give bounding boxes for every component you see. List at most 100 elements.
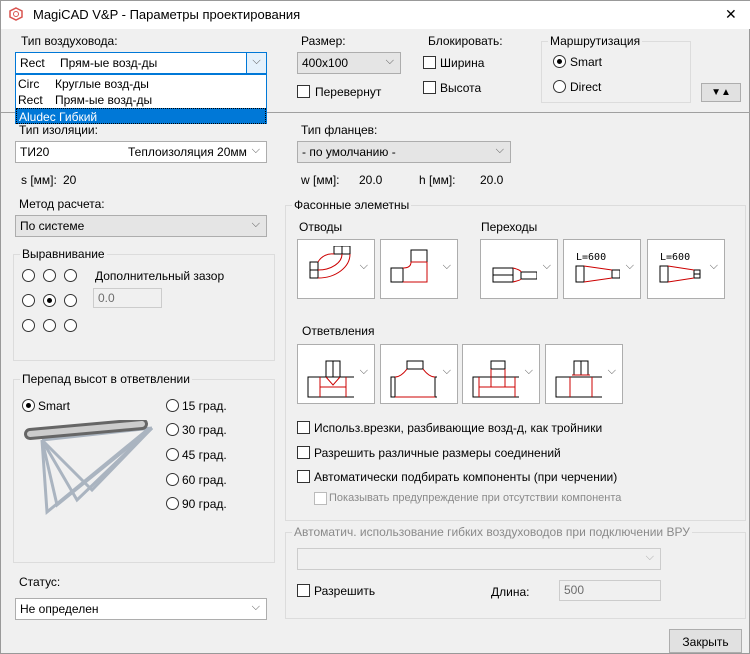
- flip-label: Перевернут: [315, 85, 382, 99]
- expand-collapse-button[interactable]: ▼▲: [701, 83, 741, 102]
- align-radio-tl[interactable]: [22, 269, 35, 282]
- align-radio-tc[interactable]: [43, 269, 56, 282]
- show-warning-checkbox[interactable]: [314, 492, 327, 505]
- chevron-down-icon: ⌵: [251, 218, 260, 230]
- transitions-label: Переходы: [481, 220, 538, 234]
- flange-combo[interactable]: - по умолчанию - ⌵: [297, 141, 511, 163]
- chevron-down-icon: ⌵: [251, 144, 260, 156]
- w-value: 20.0: [359, 173, 383, 187]
- dropdown-option-circ[interactable]: Circ Круглые возд-ды: [18, 77, 149, 91]
- option-name: Гибкий: [59, 110, 98, 124]
- height-diff-smart-radio[interactable]: [22, 399, 35, 412]
- calc-label: Метод расчета:: [19, 197, 105, 211]
- branch-tee-1-button[interactable]: ⌵: [297, 344, 375, 404]
- transition-cone-icon: L=600: [659, 252, 701, 283]
- duct-type-combo[interactable]: Rect Прям-ые возд-ды ⌵: [15, 52, 267, 74]
- lock-label: Блокировать:: [428, 34, 503, 48]
- flex-allow-checkbox[interactable]: [297, 584, 310, 597]
- angle-30-radio[interactable]: [166, 423, 179, 436]
- chevron-down-icon: ⌵: [542, 260, 551, 272]
- flex-allow-label: Разрешить: [314, 584, 376, 598]
- branch-tee-2-button[interactable]: ⌵: [380, 344, 458, 404]
- transition-l600-eccentric-button[interactable]: L=600 ⌵: [647, 239, 725, 299]
- angle-30-label: 30 град.: [182, 423, 227, 437]
- dropdown-option-aludec[interactable]: Aludec Гибкий: [16, 108, 266, 124]
- angle-45-radio[interactable]: [166, 448, 179, 461]
- use-taps-checkbox[interactable]: [297, 421, 310, 434]
- align-radio-mr[interactable]: [64, 294, 77, 307]
- flex-length-input[interactable]: 500: [559, 580, 661, 601]
- calc-combo[interactable]: По системе ⌵: [15, 215, 267, 237]
- angle-90-radio[interactable]: [166, 497, 179, 510]
- transition-icon: [492, 267, 537, 283]
- align-group: Выравнивание Дополнительный зазор 0.0: [13, 247, 275, 361]
- flex-group: Автоматич. использование гибких воздухов…: [285, 525, 746, 619]
- size-combo[interactable]: 400x100 ⌵: [297, 52, 401, 74]
- height-diff-group: Перепад высот в ответвлении Smart 15 гра…: [13, 372, 275, 563]
- s-value: 20: [63, 173, 77, 187]
- window-title: MagiCAD V&P - Параметры проектирования: [33, 7, 301, 22]
- angle-15-label: 15 град.: [182, 399, 227, 413]
- routing-smart-radio[interactable]: [553, 55, 566, 68]
- duct-type-label: Тип воздуховода:: [21, 34, 118, 48]
- allow-sizes-checkbox[interactable]: [297, 446, 310, 459]
- close-icon[interactable]: ✕: [725, 6, 737, 23]
- bend-square-button[interactable]: ⌵: [380, 239, 458, 299]
- status-combo[interactable]: Не определен ⌵: [15, 598, 267, 620]
- option-name: Круглые возд-ды: [55, 77, 149, 91]
- height-diff-label: Перепад высот в ответвлении: [20, 372, 192, 386]
- lock-height-label: Высота: [440, 81, 482, 95]
- align-radio-tr[interactable]: [64, 269, 77, 282]
- gap-label: Дополнительный зазор: [95, 269, 225, 283]
- angle-90-label: 90 град.: [182, 497, 227, 511]
- align-radio-center[interactable]: [43, 294, 56, 307]
- size-value: 400x100: [302, 56, 349, 70]
- transition-l600-button[interactable]: L=600 ⌵: [563, 239, 641, 299]
- transition-concentric-button[interactable]: ⌵: [480, 239, 558, 299]
- insulation-code: ТИ20: [20, 145, 50, 159]
- flex-combo[interactable]: ⌵: [297, 548, 661, 570]
- align-radio-bc[interactable]: [43, 319, 56, 332]
- s-label: s [мм]:: [21, 173, 57, 187]
- close-button[interactable]: Закрыть: [669, 629, 742, 653]
- align-radio-bl[interactable]: [22, 319, 35, 332]
- routing-direct-radio[interactable]: [553, 80, 566, 93]
- chevron-down-icon: ⌵: [645, 551, 654, 563]
- branch-tee-3-button[interactable]: ⌵: [462, 344, 540, 404]
- angle-45-label: 45 град.: [182, 448, 227, 462]
- transition-cone-icon: L=600: [575, 252, 620, 283]
- lock-height-checkbox[interactable]: [423, 81, 436, 94]
- routing-label: Маршрутизация: [548, 34, 643, 48]
- calc-value: По системе: [20, 219, 85, 233]
- dropdown-option-rect[interactable]: Rect Прям-ые возд-ды: [18, 93, 152, 107]
- chevron-down-icon: ⌵: [385, 55, 394, 67]
- flip-checkbox[interactable]: [297, 85, 310, 98]
- option-name: Прям-ые возд-ды: [55, 93, 153, 107]
- routing-group: Маршрутизация Smart Direct: [541, 34, 691, 103]
- transition-length-text: L=600: [576, 252, 606, 263]
- angle-60-radio[interactable]: [166, 473, 179, 486]
- lock-width-checkbox[interactable]: [423, 56, 436, 69]
- branch-tee-4-button[interactable]: ⌵: [545, 344, 623, 404]
- gap-input[interactable]: 0.0: [93, 288, 162, 308]
- option-code: Aludec: [19, 110, 56, 124]
- insulation-combo[interactable]: ТИ20 Теплоизоляция 20мм ⌵: [15, 141, 267, 163]
- angle-15-radio[interactable]: [166, 399, 179, 412]
- option-code: Circ: [18, 77, 40, 91]
- chevron-down-icon: ⌵: [359, 365, 368, 377]
- align-radio-br[interactable]: [64, 319, 77, 332]
- chevron-down-icon: ⌵: [625, 260, 634, 272]
- angle-60-label: 60 град.: [182, 473, 227, 487]
- chevron-down-icon: ⌵: [607, 365, 616, 377]
- title-bar: MagiCAD V&P - Параметры проектирования ✕: [1, 1, 750, 29]
- chevron-down-icon[interactable]: ⌵: [246, 53, 266, 73]
- tee-icon: [555, 360, 602, 398]
- lock-width-label: Ширина: [440, 56, 485, 70]
- auto-components-label: Автоматически подбирать компоненты (при …: [314, 470, 618, 484]
- w-label: w [мм]:: [301, 173, 340, 187]
- bend-round-button[interactable]: ⌵: [297, 239, 375, 299]
- auto-components-checkbox[interactable]: [297, 470, 310, 483]
- align-radio-ml[interactable]: [22, 294, 35, 307]
- duct-type-dropdown-list[interactable]: Circ Круглые возд-ды Rect Прям-ые возд-ды …: [15, 74, 267, 124]
- height-diff-smart-label: Smart: [38, 399, 71, 413]
